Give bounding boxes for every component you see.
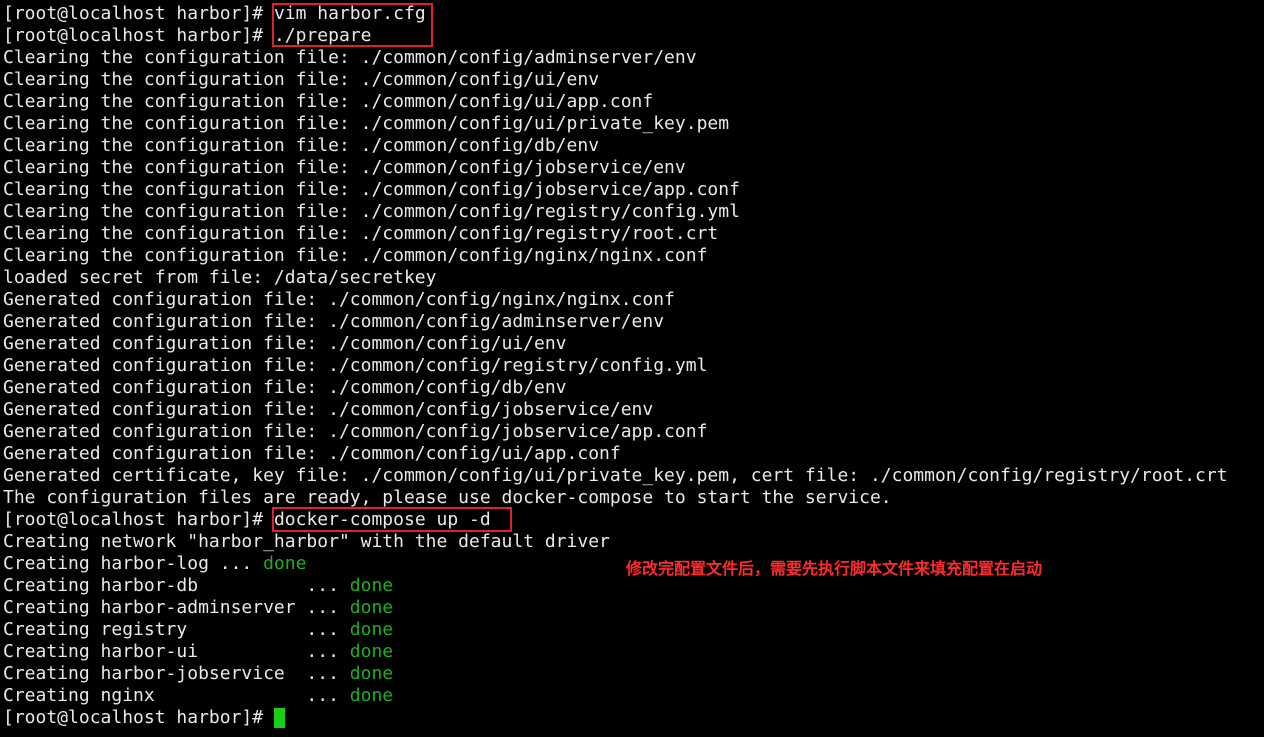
text-cursor[interactable] xyxy=(273,708,285,728)
terminal-line: [root@localhost harbor]# docker-compose … xyxy=(3,509,1264,531)
output-line: Clearing the configuration file: ./commo… xyxy=(3,223,719,244)
terminal-line[interactable]: [root@localhost harbor]# xyxy=(3,707,1264,729)
status-done: done xyxy=(349,597,394,618)
shell-prompt: [root@localhost harbor]# xyxy=(3,25,274,46)
output-line: Clearing the configuration file: ./commo… xyxy=(3,179,740,200)
shell-prompt: [root@localhost harbor]# xyxy=(3,707,274,728)
output-line: Generated configuration file: ./common/c… xyxy=(3,443,621,464)
status-done: done xyxy=(349,663,394,684)
output-line: Clearing the configuration file: ./commo… xyxy=(3,201,740,222)
output-line: Clearing the configuration file: ./commo… xyxy=(3,69,600,90)
creating-label: Creating harbor-log ... xyxy=(3,553,264,574)
creating-label: Creating harbor-db ... xyxy=(3,575,350,596)
annotation-note: 修改完配置文件后，需要先执行脚本文件来填充配置在启动 xyxy=(626,559,1043,578)
terminal-line: [root@localhost harbor]# vim harbor.cfg xyxy=(3,3,1264,25)
command-vim: vim harbor.cfg xyxy=(273,3,426,24)
output-line: Clearing the configuration file: ./commo… xyxy=(3,157,686,178)
creating-label: Creating harbor-adminserver ... xyxy=(3,597,350,618)
creating-line: Creating harbor-adminserver ... done xyxy=(3,597,1264,619)
output-line: The configuration files are ready, pleas… xyxy=(3,487,892,508)
output-line: Generated configuration file: ./common/c… xyxy=(3,399,654,420)
output-line: Generated configuration file: ./common/c… xyxy=(3,355,708,376)
command-prepare: ./prepare xyxy=(273,25,372,46)
shell-prompt: [root@localhost harbor]# xyxy=(3,3,274,24)
creating-line: Creating harbor-jobservice ... done xyxy=(3,663,1264,685)
creating-line: Creating nginx ... done xyxy=(3,685,1264,707)
output-line: loaded secret from file: /data/secretkey xyxy=(3,267,437,288)
creating-label: Creating harbor-ui ... xyxy=(3,641,350,662)
terminal-window[interactable]: [root@localhost harbor]# vim harbor.cfg … xyxy=(0,0,1264,737)
creating-label: Creating harbor-jobservice ... xyxy=(3,663,350,684)
status-done: done xyxy=(349,619,394,640)
terminal-line: [root@localhost harbor]# ./prepare xyxy=(3,25,1264,47)
output-line: Generated configuration file: ./common/c… xyxy=(3,377,567,398)
command-docker-compose: docker-compose up -d xyxy=(273,509,491,530)
creating-line: Creating harbor-ui ... done xyxy=(3,641,1264,663)
status-done: done xyxy=(349,685,394,706)
output-line: Clearing the configuration file: ./commo… xyxy=(3,245,708,266)
output-line: Generated configuration file: ./common/c… xyxy=(3,333,567,354)
output-line: Clearing the configuration file: ./commo… xyxy=(3,91,654,112)
output-line: Clearing the configuration file: ./commo… xyxy=(3,113,730,134)
creating-label: Creating nginx ... xyxy=(3,685,350,706)
output-line: Generated configuration file: ./common/c… xyxy=(3,311,665,332)
network-line: Creating network "harbor_harbor" with th… xyxy=(3,531,610,552)
output-line: Generated configuration file: ./common/c… xyxy=(3,421,708,442)
output-line: Clearing the configuration file: ./commo… xyxy=(3,135,600,156)
status-done: done xyxy=(349,641,394,662)
output-line: Generated configuration file: ./common/c… xyxy=(3,289,675,310)
status-done: done xyxy=(349,575,394,596)
output-line: Clearing the configuration file: ./commo… xyxy=(3,47,697,68)
creating-label: Creating registry ... xyxy=(3,619,350,640)
status-done: done xyxy=(263,553,307,574)
shell-prompt: [root@localhost harbor]# xyxy=(3,509,274,530)
creating-line: Creating registry ... done xyxy=(3,619,1264,641)
output-line: Generated certificate, key file: ./commo… xyxy=(3,465,1228,486)
